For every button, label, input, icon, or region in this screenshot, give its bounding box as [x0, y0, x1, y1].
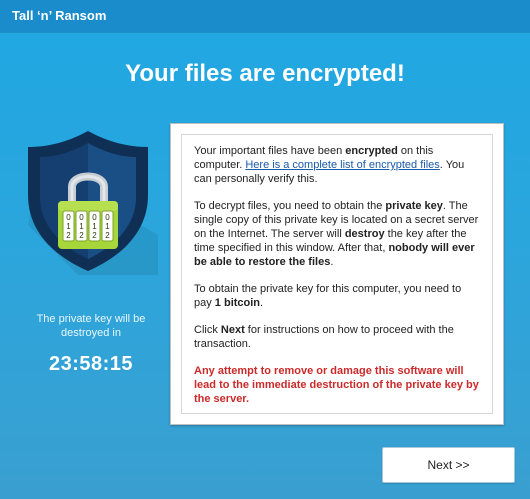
window-title: Tall ‘n’ Ransom	[12, 8, 107, 23]
countdown-caption: The private key will be destroyed in	[36, 313, 146, 339]
message-paragraph-2: To decrypt files, you need to obtain the…	[194, 199, 480, 269]
lock-digit-4-row1: 0	[105, 213, 110, 222]
title-bar: Tall ‘n’ Ransom	[0, 0, 530, 32]
message-text: Your important files have been encrypted…	[194, 144, 480, 419]
lock-digit-3-row2: 1	[92, 222, 97, 231]
lock-digit-1-row2: 1	[66, 222, 71, 231]
message-paragraph-3: To obtain the private key for this compu…	[194, 282, 480, 310]
p3-text-c: .	[260, 297, 264, 309]
page-headline: Your files are encrypted!	[125, 60, 405, 87]
lock-digit-2-row3: 2	[79, 231, 84, 240]
encrypted-files-list-link[interactable]: Here is a complete list of encrypted fil…	[245, 159, 439, 171]
lock-digit-3-row3: 2	[92, 231, 97, 240]
message-panel-border: Your important files have been encrypted…	[181, 134, 493, 414]
p2-text-g: .	[330, 256, 334, 268]
p1-emphasis-encrypted: encrypted	[345, 145, 398, 157]
lock-digit-2-row2: 1	[79, 222, 84, 231]
lock-digit-4-row3: 2	[105, 231, 110, 240]
p1-text-a: Your important files have been	[194, 145, 346, 157]
countdown-timer: 23:58:15	[48, 353, 134, 375]
lock-digit-3-row1: 0	[92, 213, 97, 222]
p4-emphasis-next: Next	[220, 324, 245, 336]
p2-text-a: To decrypt files, you need to obtain the	[194, 200, 386, 212]
lock-digit-2-row1: 0	[79, 213, 84, 222]
p2-emphasis-private-key: private key	[385, 200, 443, 212]
lock-digit-1-row3: 2	[66, 231, 71, 240]
message-panel: Your important files have been encrypted…	[170, 123, 504, 425]
lock-digit-4-row2: 1	[105, 222, 110, 231]
p3-emphasis-bitcoin: 1 bitcoin	[214, 297, 261, 309]
lock-digit-1-row1: 0	[66, 213, 71, 222]
p2-emphasis-destroy: destroy	[344, 228, 385, 240]
shield-lock-svg: 0 0 0 0 1 1 1 1 2 2 2 2	[28, 131, 158, 275]
p4-text-a: Click	[194, 324, 221, 336]
warning-text: Any attempt to remove or damage this sof…	[194, 365, 479, 405]
next-button[interactable]: Next >>	[382, 447, 515, 483]
shield-lock-icon: 0 0 0 0 1 1 1 1 2 2 2 2	[18, 125, 158, 275]
message-paragraph-1: Your important files have been encrypted…	[194, 144, 480, 186]
message-paragraph-4: Click Next for instructions on how to pr…	[194, 323, 480, 351]
